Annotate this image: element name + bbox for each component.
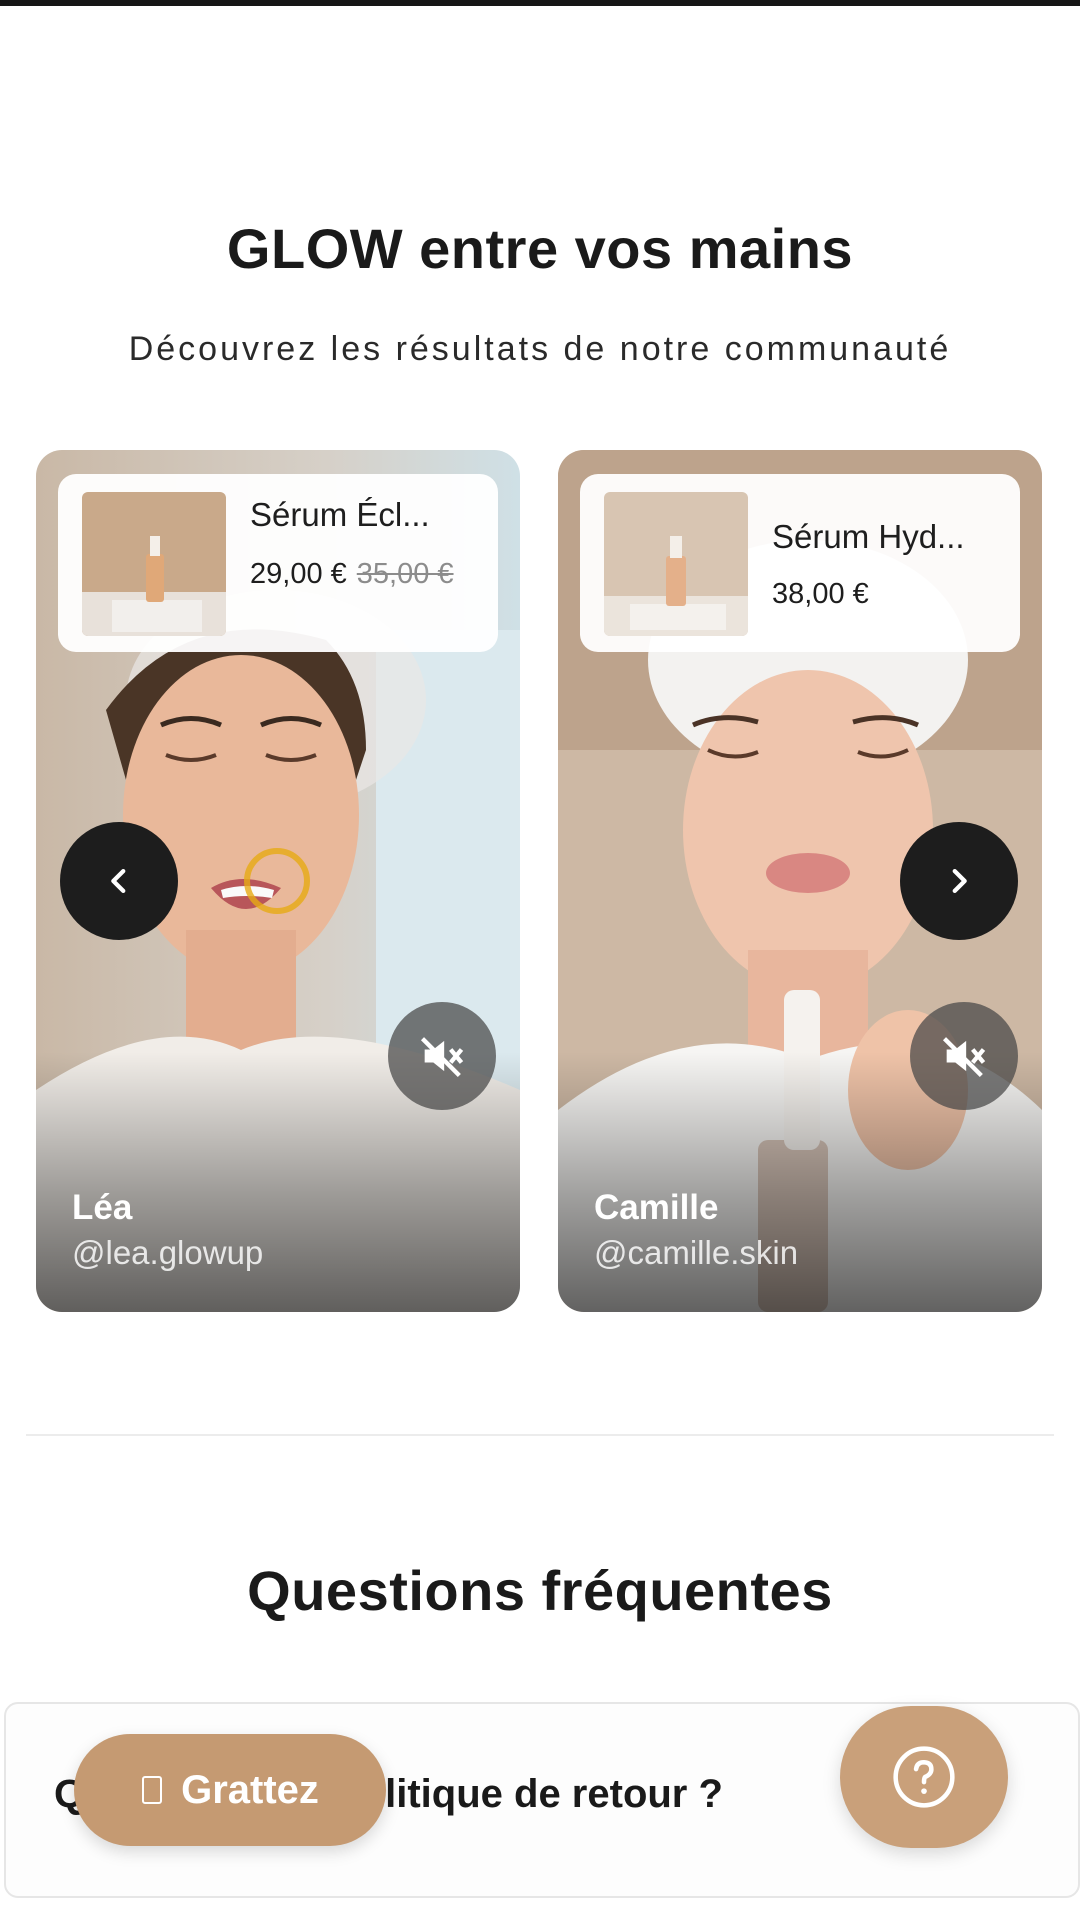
faq-title: Questions fréquentes [247,1559,833,1622]
product-name: Sérum Hyd... [772,518,965,555]
help-button[interactable] [840,1706,1008,1848]
section-title: GLOW entre vos mains [226,217,854,280]
product-price: 29,00 € 35,00 € [250,554,480,594]
product-tag[interactable]: Sérum Écl... 29,00 € 35,00 € [58,474,498,652]
top-bar [0,0,1080,6]
grattez-label: Grattez [181,1767,319,1812]
section-divider [26,1434,1054,1436]
product-name: Sérum Écl... [250,496,430,533]
product-price: 38,00 € [772,574,1002,614]
mute-button[interactable] [910,1002,1018,1110]
carousel-prev-button[interactable] [60,822,178,940]
volume-muted-icon [942,1037,986,1078]
current-price: 38,00 € [772,578,869,610]
tap-indicator [244,848,310,914]
creator-handle: @camille.skin [594,1234,799,1271]
chevron-left-icon [111,868,126,894]
old-price: 35,00 € [356,558,454,590]
mute-button[interactable] [388,1002,496,1110]
carousel-next-button[interactable] [900,822,1018,940]
creator-handle: @lea.glowup [72,1234,264,1271]
creator-name: Camille [594,1188,719,1227]
product-thumbnail [82,492,226,636]
question-circle-icon [893,1746,955,1808]
product-tag[interactable]: Sérum Hyd... 38,00 € [580,474,1020,652]
volume-muted-icon [420,1037,464,1078]
chevron-right-icon [952,868,967,894]
current-price: 29,00 € [250,558,347,590]
section-subtitle: Découvrez les résultats de notre communa… [128,330,952,368]
creator-name: Léa [72,1188,133,1227]
card-icon [142,1776,163,1804]
faq-question-end: litique de retour ? [385,1772,723,1816]
grattez-button[interactable]: Grattez [74,1734,386,1846]
product-thumbnail [604,492,748,636]
